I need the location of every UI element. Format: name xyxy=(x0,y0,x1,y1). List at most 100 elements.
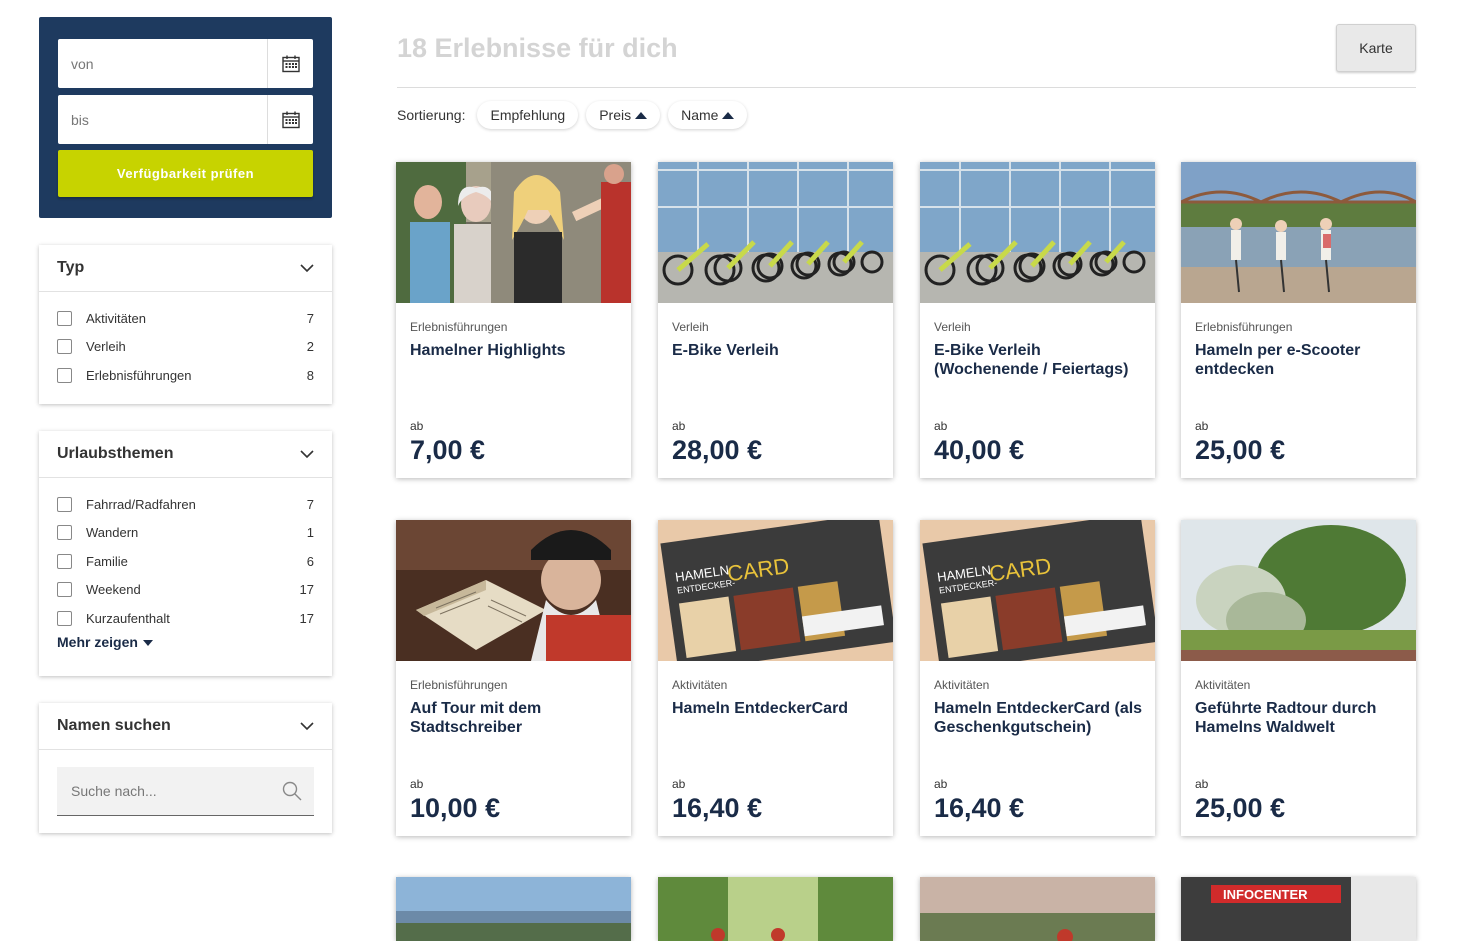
experience-card[interactable]: HAMELN ENTDECKER- CARD Aktivitäten Hamel… xyxy=(920,520,1155,836)
experience-card[interactable]: Verleih E-Bike Verleih ab 28,00 € xyxy=(658,162,893,478)
card-title[interactable]: Hamelner Highlights xyxy=(410,341,620,360)
filter-label: Weekend xyxy=(86,582,141,598)
sort-option-price[interactable]: Preis xyxy=(586,101,661,129)
experience-card[interactable]: HAMELN ENTDECKER- CARD Aktivitäten Hamel… xyxy=(658,520,893,836)
urlaubsthemen-panel-header[interactable]: Urlaubsthemen xyxy=(39,431,332,478)
sort-label: Sortierung: xyxy=(397,107,466,123)
name-search-panel-header[interactable]: Namen suchen xyxy=(39,703,332,750)
experience-card[interactable]: Erlebnisführungen Hamelner Highlights ab… xyxy=(396,162,631,478)
typ-filter-panel: Typ Aktivitäten 7 Verleih 2 Erlebnisführun… xyxy=(39,245,332,404)
filter-count: 17 xyxy=(299,582,314,598)
card-image-sunset-road xyxy=(920,877,1155,941)
filter-option-fahrrad[interactable]: Fahrrad/Radfahren 7 xyxy=(57,490,314,519)
filter-option-wandern[interactable]: Wandern 1 xyxy=(57,519,314,548)
search-input[interactable] xyxy=(57,783,270,799)
filter-label: Aktivitäten xyxy=(86,310,146,326)
card-price: 28,00 € xyxy=(672,435,763,465)
filter-option-verleih[interactable]: Verleih 2 xyxy=(57,333,314,362)
card-image-ebikes xyxy=(658,162,893,303)
filter-option-kurzaufenthalt[interactable]: Kurzaufenthalt 17 xyxy=(57,604,314,633)
chevron-down-icon[interactable] xyxy=(300,719,314,733)
typ-panel-title: Typ xyxy=(57,259,85,276)
card-price-prefix: ab xyxy=(1195,419,1209,433)
checkbox[interactable] xyxy=(57,553,72,569)
experience-card[interactable] xyxy=(658,877,893,941)
checkbox[interactable] xyxy=(57,367,72,383)
card-category: Aktivitäten xyxy=(934,678,990,692)
checkbox[interactable] xyxy=(57,525,72,541)
show-more-link[interactable]: Mehr zeigen xyxy=(57,634,314,650)
card-image-tour-guide xyxy=(396,162,631,303)
card-price: 25,00 € xyxy=(1195,793,1286,823)
name-search-panel-title: Namen suchen xyxy=(57,717,171,734)
checkbox[interactable] xyxy=(57,610,72,626)
date-from-field[interactable]: von xyxy=(58,39,313,88)
map-button[interactable]: Karte xyxy=(1336,24,1416,72)
chevron-down-icon[interactable] xyxy=(300,447,314,461)
checkbox[interactable] xyxy=(57,496,72,512)
card-title[interactable]: Hameln per e-Scooter entdecken xyxy=(1195,341,1405,379)
sort-option-name[interactable]: Name xyxy=(668,101,748,129)
card-title[interactable]: E-Bike Verleih xyxy=(672,341,882,360)
card-image-entdeckercard-gift: HAMELN ENTDECKER- CARD xyxy=(920,520,1155,661)
card-title[interactable]: E-Bike Verleih (Wochenende / Feiertags) xyxy=(934,341,1144,379)
checkbox[interactable] xyxy=(57,339,72,355)
card-category: Erlebnisführungen xyxy=(410,320,508,334)
filter-option-weekend[interactable]: Weekend 17 xyxy=(57,576,314,605)
card-price-prefix: ab xyxy=(934,777,948,791)
typ-panel-header[interactable]: Typ xyxy=(39,245,332,292)
card-image-entdeckercard: HAMELN ENTDECKER- CARD xyxy=(658,520,893,661)
card-image-town-scribe xyxy=(396,520,631,661)
sort-option-recommendation[interactable]: Empfehlung xyxy=(477,101,579,129)
chevron-down-icon[interactable] xyxy=(300,261,314,275)
experience-card[interactable]: Erlebnisführungen Auf Tour mit dem Stadt… xyxy=(396,520,631,836)
experience-card[interactable]: Erlebnisführungen Hameln per e-Scooter e… xyxy=(1181,162,1416,478)
sort-option-label: Empfehlung xyxy=(490,107,566,123)
card-title[interactable]: Geführte Radtour durch Hamelns Waldwelt xyxy=(1195,699,1405,737)
experience-card[interactable]: Aktivitäten Geführte Radtour durch Hamel… xyxy=(1181,520,1416,836)
show-more-label: Mehr zeigen xyxy=(57,633,138,650)
filter-option-familie[interactable]: Familie 6 xyxy=(57,547,314,576)
card-image-infocenter: INFOCENTER xyxy=(1181,877,1416,941)
filter-option-erlebnisfuehrungen[interactable]: Erlebnisführungen 8 xyxy=(57,361,314,390)
filter-count: 1 xyxy=(306,525,314,541)
experience-card[interactable]: INFOCENTER xyxy=(1181,877,1416,941)
card-category: Verleih xyxy=(672,320,709,334)
card-image-forest xyxy=(1181,520,1416,661)
filter-count: 6 xyxy=(306,553,314,569)
card-title[interactable]: Auf Tour mit dem Stadtschreiber xyxy=(410,699,620,737)
card-price-prefix: ab xyxy=(410,419,424,433)
card-price: 16,40 € xyxy=(934,793,1025,823)
name-search-box xyxy=(57,767,314,816)
filter-label: Familie xyxy=(86,553,128,569)
card-price-prefix: ab xyxy=(672,777,686,791)
sort-asc-icon xyxy=(635,111,648,119)
card-image-ebikes xyxy=(920,162,1155,303)
card-title[interactable]: Hameln EntdeckerCard xyxy=(672,699,882,718)
checkbox[interactable] xyxy=(57,310,72,326)
card-image-cycling xyxy=(658,877,893,941)
card-title[interactable]: Hameln EntdeckerCard (als Geschenkgutsch… xyxy=(934,699,1144,737)
filter-label: Verleih xyxy=(86,339,126,355)
check-availability-button[interactable]: Verfügbarkeit prüfen xyxy=(58,150,313,197)
experience-card[interactable] xyxy=(920,877,1155,941)
filter-label: Erlebnisführungen xyxy=(86,367,192,383)
header-divider xyxy=(397,87,1416,88)
filter-count: 7 xyxy=(306,310,314,326)
experience-card[interactable]: Verleih E-Bike Verleih (Wochenende / Fei… xyxy=(920,162,1155,478)
filter-label: Wandern xyxy=(86,525,139,541)
date-to-field[interactable]: bis xyxy=(58,95,313,144)
filter-option-aktivitaeten[interactable]: Aktivitäten 7 xyxy=(57,304,314,333)
calendar-icon[interactable] xyxy=(267,39,313,88)
search-icon[interactable] xyxy=(270,781,314,801)
card-category: Aktivitäten xyxy=(1195,678,1251,692)
card-category: Erlebnisführungen xyxy=(1195,320,1293,334)
checkbox[interactable] xyxy=(57,582,72,598)
sort-bar: Sortierung: Empfehlung Preis Name xyxy=(397,101,755,129)
card-category: Verleih xyxy=(934,320,971,334)
filter-count: 2 xyxy=(306,339,314,355)
name-search-panel: Namen suchen xyxy=(39,703,332,833)
experience-card[interactable] xyxy=(396,877,631,941)
calendar-icon[interactable] xyxy=(267,95,313,144)
filter-label: Fahrrad/Radfahren xyxy=(86,496,196,512)
